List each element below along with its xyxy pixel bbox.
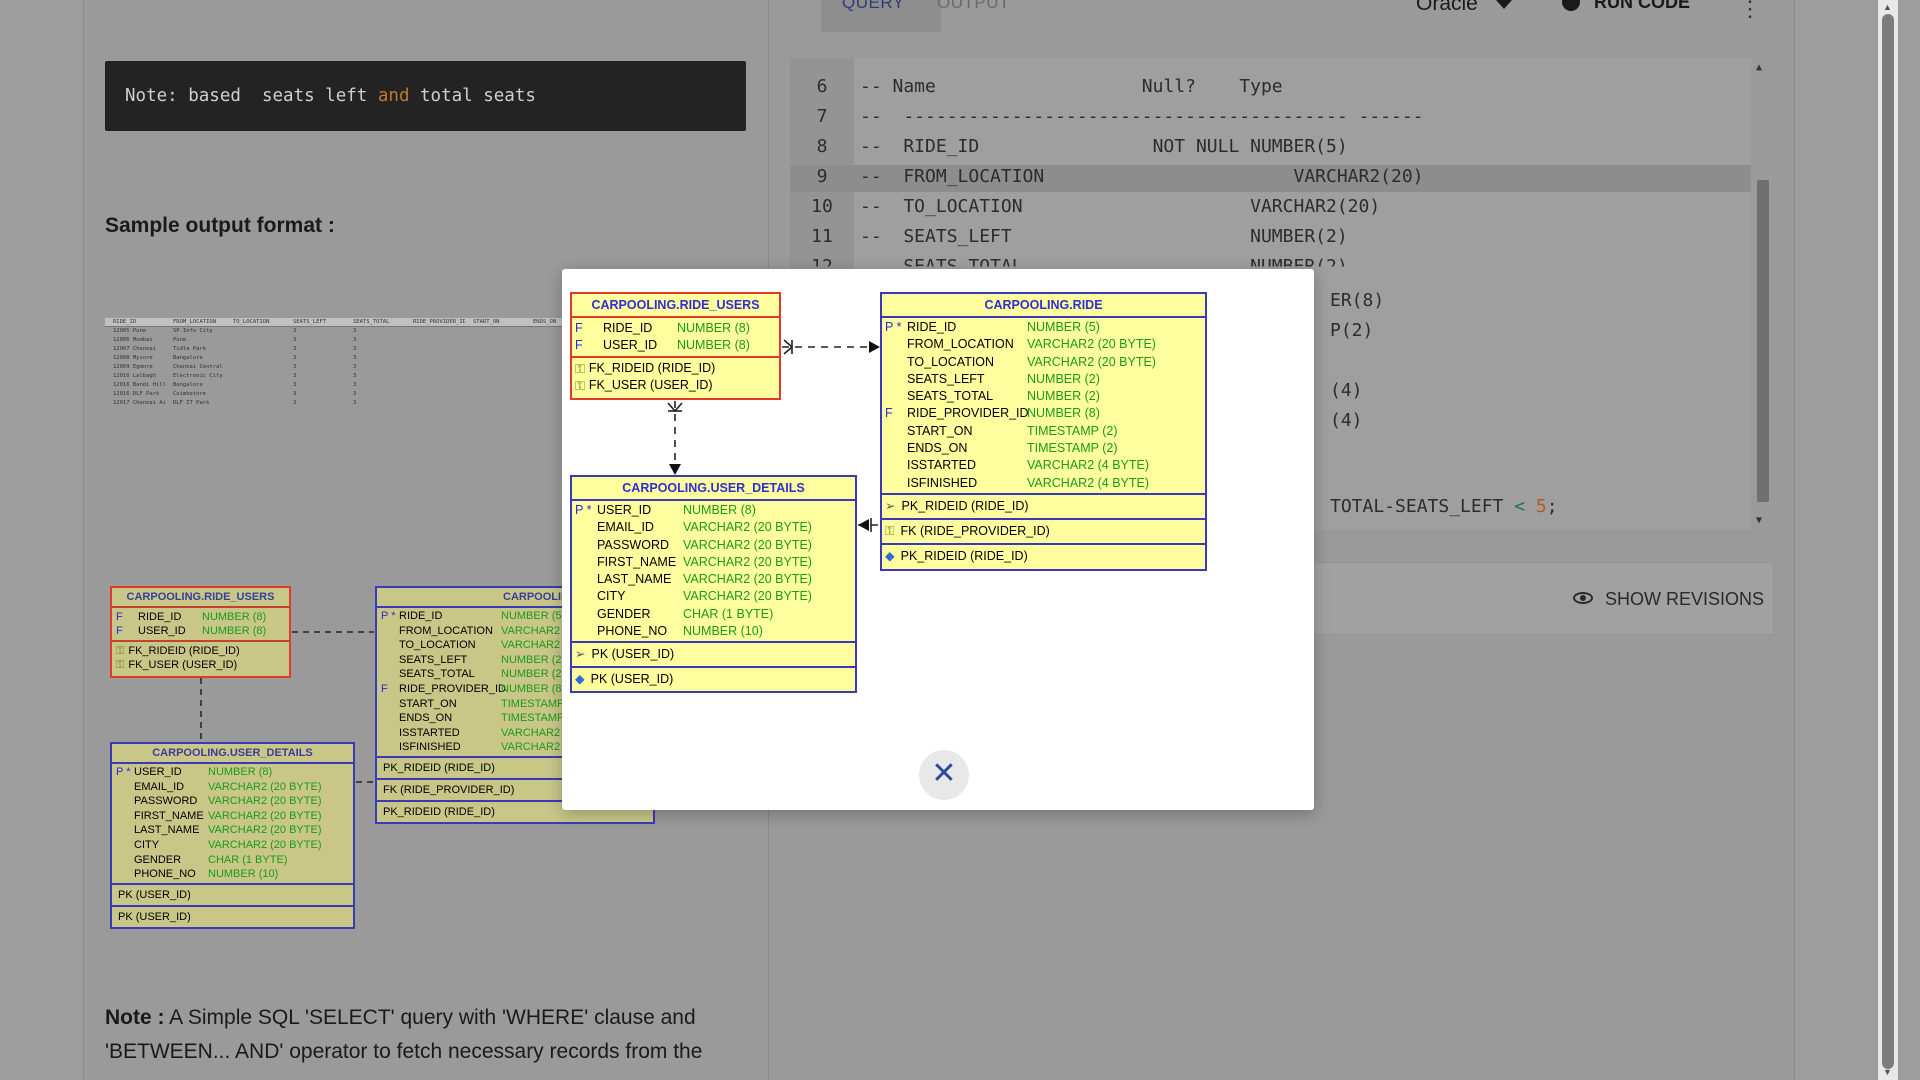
image-preview-modal: CARPOOLING.RIDE_USERS F RIDE_ID NUMBER (8)… <box>562 269 1314 810</box>
eye-icon <box>1573 592 1593 604</box>
code-fragment: ER(8) <box>1330 290 1385 311</box>
bottom-note: Note : A Simple SQL 'SELECT' query with … <box>105 1001 725 1069</box>
bottom-note-label: Note : <box>105 1006 165 1029</box>
query-end: ; <box>1546 496 1558 517</box>
scroll-down-icon[interactable]: ▼ <box>1756 515 1762 526</box>
code-line: -- RIDE_ID NOT NULL NUMBER(5) <box>860 136 1348 157</box>
play-icon <box>1562 0 1580 11</box>
line-number: 7 <box>816 106 828 127</box>
page-scroll-thumb[interactable] <box>1882 14 1894 1069</box>
tab-output[interactable]: OUTPUT <box>937 0 1010 11</box>
query-tail-text: TOTAL-SEATS_LEFT <box>1330 496 1515 517</box>
erd-diagram: CARPOOLING.RIDE_USERS F RIDE_ID NUMBER (8)… <box>562 269 1314 810</box>
code-line: -- -------------------------------------… <box>860 106 1424 127</box>
run-code-label: RUN CODE <box>1594 0 1691 12</box>
line-number: 8 <box>816 136 828 157</box>
code-fragment: (4) <box>1330 410 1363 431</box>
page-scroll-up-icon[interactable]: ▲ <box>1883 2 1892 12</box>
show-revisions-button[interactable]: SHOW REVISIONS <box>1573 589 1764 610</box>
line-number: 10 <box>811 196 833 217</box>
editor-scrollbar[interactable]: ▲ ▼ <box>1751 58 1774 530</box>
bottom-note-text: A Simple SQL 'SELECT' query with 'WHERE'… <box>105 1006 703 1063</box>
query-operator: < <box>1514 496 1526 517</box>
page: Note: based seats left and total seats S… <box>0 0 1920 1080</box>
code-line: -- FROM_LOCATION VARCHAR2(20) <box>860 166 1424 187</box>
show-revisions-label: SHOW REVISIONS <box>1605 589 1765 609</box>
code-fragment: (4) <box>1330 380 1363 401</box>
code-line: -- Name Null? Type <box>860 76 1283 97</box>
line-number: 6 <box>816 76 828 97</box>
line-number: 11 <box>811 226 833 247</box>
code-line: -- SEATS_LEFT NUMBER(2) <box>860 226 1348 247</box>
page-scroll-down-icon[interactable]: ▼ <box>1883 1067 1892 1077</box>
page-scrollbar[interactable]: ▲ ▼ <box>1878 0 1898 1080</box>
code-line: -- TO_LOCATION VARCHAR2(20) <box>860 196 1381 217</box>
chevron-down-icon <box>1495 0 1512 9</box>
line-number: 9 <box>816 166 828 187</box>
language-value: Oracle <box>1416 0 1478 15</box>
run-code-button[interactable]: RUN CODE <box>1562 0 1690 13</box>
erd-connectors <box>667 339 880 532</box>
more-options-icon[interactable]: ⋮ <box>1739 0 1761 22</box>
query-number: 5 <box>1525 496 1547 517</box>
code-fragment: P(2) <box>1330 320 1374 341</box>
tab-query[interactable]: QUERY <box>821 0 941 32</box>
query-tail: TOTAL-SEATS_LEFT < 5; <box>1330 496 1558 517</box>
editor-scroll-thumb[interactable] <box>1757 180 1769 502</box>
language-select[interactable]: Oracle <box>1416 0 1512 16</box>
close-modal-button[interactable]: ✕ <box>919 750 969 800</box>
scroll-up-icon[interactable]: ▲ <box>1756 62 1762 73</box>
